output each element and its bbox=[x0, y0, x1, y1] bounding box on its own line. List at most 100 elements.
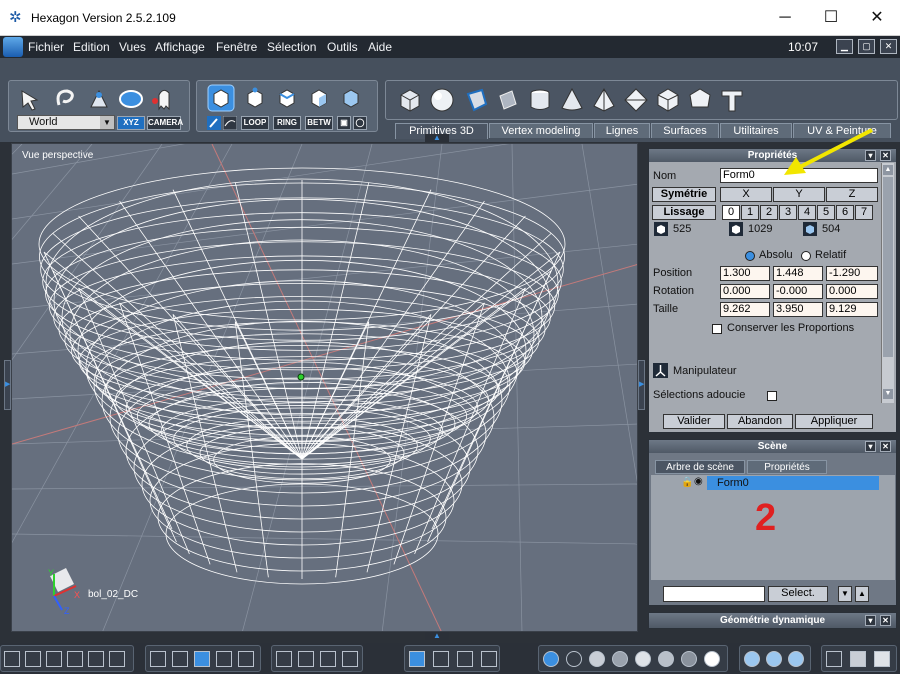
symmetry-z-button[interactable]: Z bbox=[826, 187, 878, 202]
all-mode-icon[interactable] bbox=[337, 84, 365, 112]
pyramid-primitive-icon[interactable] bbox=[590, 86, 618, 114]
flat-shaded-icon[interactable] bbox=[589, 651, 605, 667]
face-mode-icon[interactable] bbox=[305, 84, 333, 112]
collapse-bottom-handle[interactable]: ▲ bbox=[425, 632, 449, 640]
menu-outils[interactable]: Outils bbox=[327, 40, 358, 54]
menu-affichage[interactable]: Affichage bbox=[155, 40, 205, 54]
smoothing-level-5[interactable]: 5 bbox=[817, 205, 835, 220]
object-mode-icon[interactable] bbox=[207, 84, 235, 112]
maximize-button[interactable]: ☐ bbox=[808, 6, 854, 30]
symmetry-y-button[interactable]: Y bbox=[773, 187, 825, 202]
smoothing-button[interactable]: Lissage bbox=[652, 205, 716, 220]
dodecahedron-primitive-icon[interactable] bbox=[686, 86, 714, 114]
scene-collapse-icon[interactable]: ▾ bbox=[865, 441, 876, 452]
left-panel-handle[interactable]: ▶ bbox=[4, 360, 11, 410]
layout-columns-icon[interactable] bbox=[109, 651, 125, 667]
soft-selection-checkbox[interactable] bbox=[767, 391, 777, 401]
doc-close-button[interactable]: ✕ bbox=[880, 39, 897, 54]
edge-mode-icon[interactable] bbox=[273, 84, 301, 112]
universal-manipulator-icon[interactable] bbox=[409, 651, 425, 667]
render-preview-icon[interactable] bbox=[704, 651, 720, 667]
menu-selection[interactable]: Sélection bbox=[267, 40, 316, 54]
betw-button[interactable]: BETW bbox=[305, 116, 333, 130]
loop-button[interactable]: LOOP bbox=[241, 116, 269, 130]
smoothing-level-2[interactable]: 2 bbox=[760, 205, 778, 220]
smoothing-level-4[interactable]: 4 bbox=[798, 205, 816, 220]
size-y-field[interactable]: 3.950 bbox=[773, 302, 823, 317]
tab-lignes[interactable]: Lignes bbox=[594, 123, 650, 138]
eraser-icon[interactable] bbox=[850, 651, 866, 667]
tab-vertex-modeling[interactable]: Vertex modeling bbox=[489, 123, 593, 138]
menu-fichier[interactable]: Fichier bbox=[28, 40, 64, 54]
position-y-field[interactable]: 1.448 bbox=[773, 266, 823, 281]
pan-icon[interactable] bbox=[298, 651, 314, 667]
collapse-toolbar-handle[interactable]: ▲ bbox=[425, 134, 449, 142]
lock-icon[interactable]: 🔒 bbox=[681, 477, 693, 488]
scroll-thumb[interactable] bbox=[883, 177, 893, 357]
keep-proportions-checkbox[interactable] bbox=[712, 324, 722, 334]
grid-snap-icon[interactable] bbox=[172, 651, 188, 667]
smoothing-level-3[interactable]: 3 bbox=[779, 205, 797, 220]
layout-3-views-icon[interactable] bbox=[46, 651, 62, 667]
rotate-manipulator-icon[interactable] bbox=[433, 651, 449, 667]
grid-red-icon[interactable] bbox=[216, 651, 232, 667]
view-eye-icon[interactable] bbox=[342, 651, 358, 667]
doc-restore-button[interactable]: ▢ bbox=[858, 39, 875, 54]
dynamic-geometry-close-icon[interactable]: ✕ bbox=[880, 615, 891, 626]
material-shaded-icon[interactable] bbox=[681, 651, 697, 667]
scale-manipulator-icon[interactable] bbox=[457, 651, 473, 667]
sphere-primitive-icon[interactable] bbox=[428, 86, 456, 114]
pivot-point[interactable] bbox=[297, 373, 305, 381]
eye-icon[interactable]: ◉ bbox=[694, 476, 703, 487]
apply-button[interactable]: Appliquer bbox=[795, 414, 873, 429]
polygon-primitive-icon[interactable] bbox=[462, 86, 490, 114]
coordinate-system-select[interactable]: World ▼ bbox=[17, 115, 115, 130]
drop-manipulator-icon[interactable] bbox=[481, 651, 497, 667]
text-primitive-icon[interactable] bbox=[718, 86, 746, 114]
doc-minimize-button[interactable]: ▁ bbox=[836, 39, 853, 54]
grid-display-icon[interactable] bbox=[194, 651, 210, 667]
scene-search-input[interactable] bbox=[663, 586, 765, 602]
move-up-icon[interactable]: ▲ bbox=[855, 586, 869, 602]
layout-split-icon[interactable] bbox=[88, 651, 104, 667]
tab-surfaces[interactable]: Surfaces bbox=[651, 123, 719, 138]
tab-scene-tree[interactable]: Arbre de scène bbox=[655, 460, 745, 474]
rotation-x-field[interactable]: 0.000 bbox=[720, 284, 770, 299]
cube-primitive-icon[interactable] bbox=[396, 86, 424, 114]
abort-button[interactable]: Abandon bbox=[727, 414, 793, 429]
wireframe-mode-icon[interactable] bbox=[543, 651, 559, 667]
brush-select-icon[interactable] bbox=[223, 116, 237, 130]
camera-button[interactable]: CAMERA bbox=[147, 116, 183, 130]
scene-close-icon[interactable]: ✕ bbox=[880, 441, 891, 452]
scroll-down-icon[interactable]: ▼ bbox=[883, 389, 893, 399]
vertex-mode-icon[interactable] bbox=[241, 84, 269, 112]
light-2-icon[interactable] bbox=[766, 651, 782, 667]
zoom-icon[interactable] bbox=[320, 651, 336, 667]
light-1-icon[interactable] bbox=[744, 651, 760, 667]
menu-aide[interactable]: Aide bbox=[368, 40, 392, 54]
paint-select-icon[interactable] bbox=[85, 85, 113, 113]
export-icon[interactable] bbox=[874, 651, 890, 667]
size-z-field[interactable]: 9.129 bbox=[826, 302, 878, 317]
rotation-z-field[interactable]: 0.000 bbox=[826, 284, 878, 299]
smoothing-level-0[interactable]: 0 bbox=[722, 205, 740, 220]
select-button[interactable]: Select. bbox=[768, 586, 828, 602]
position-x-field[interactable]: 1.300 bbox=[720, 266, 770, 281]
close-button[interactable]: ✕ bbox=[854, 6, 900, 30]
layout-2h-views-icon[interactable] bbox=[25, 651, 41, 667]
ring-button[interactable]: RING bbox=[273, 116, 301, 130]
cylinder-primitive-icon[interactable] bbox=[526, 86, 554, 114]
smoothing-level-6[interactable]: 6 bbox=[836, 205, 854, 220]
smooth-shaded-icon[interactable] bbox=[635, 651, 651, 667]
plane-primitive-icon[interactable] bbox=[494, 86, 522, 114]
grid-green-icon[interactable] bbox=[238, 651, 254, 667]
lasso-select-icon[interactable] bbox=[51, 85, 79, 113]
scene-item-form0[interactable]: Form0 bbox=[707, 476, 879, 490]
menu-edition[interactable]: Edition bbox=[73, 40, 110, 54]
soft-select-icon[interactable] bbox=[117, 85, 145, 113]
position-z-field[interactable]: -1.290 bbox=[826, 266, 878, 281]
layout-4-views-icon[interactable] bbox=[4, 651, 20, 667]
right-panel-handle[interactable]: ▶ bbox=[638, 360, 645, 410]
circle-select-icon[interactable]: ◯ bbox=[353, 116, 367, 130]
scroll-up-icon[interactable]: ▲ bbox=[883, 165, 893, 175]
